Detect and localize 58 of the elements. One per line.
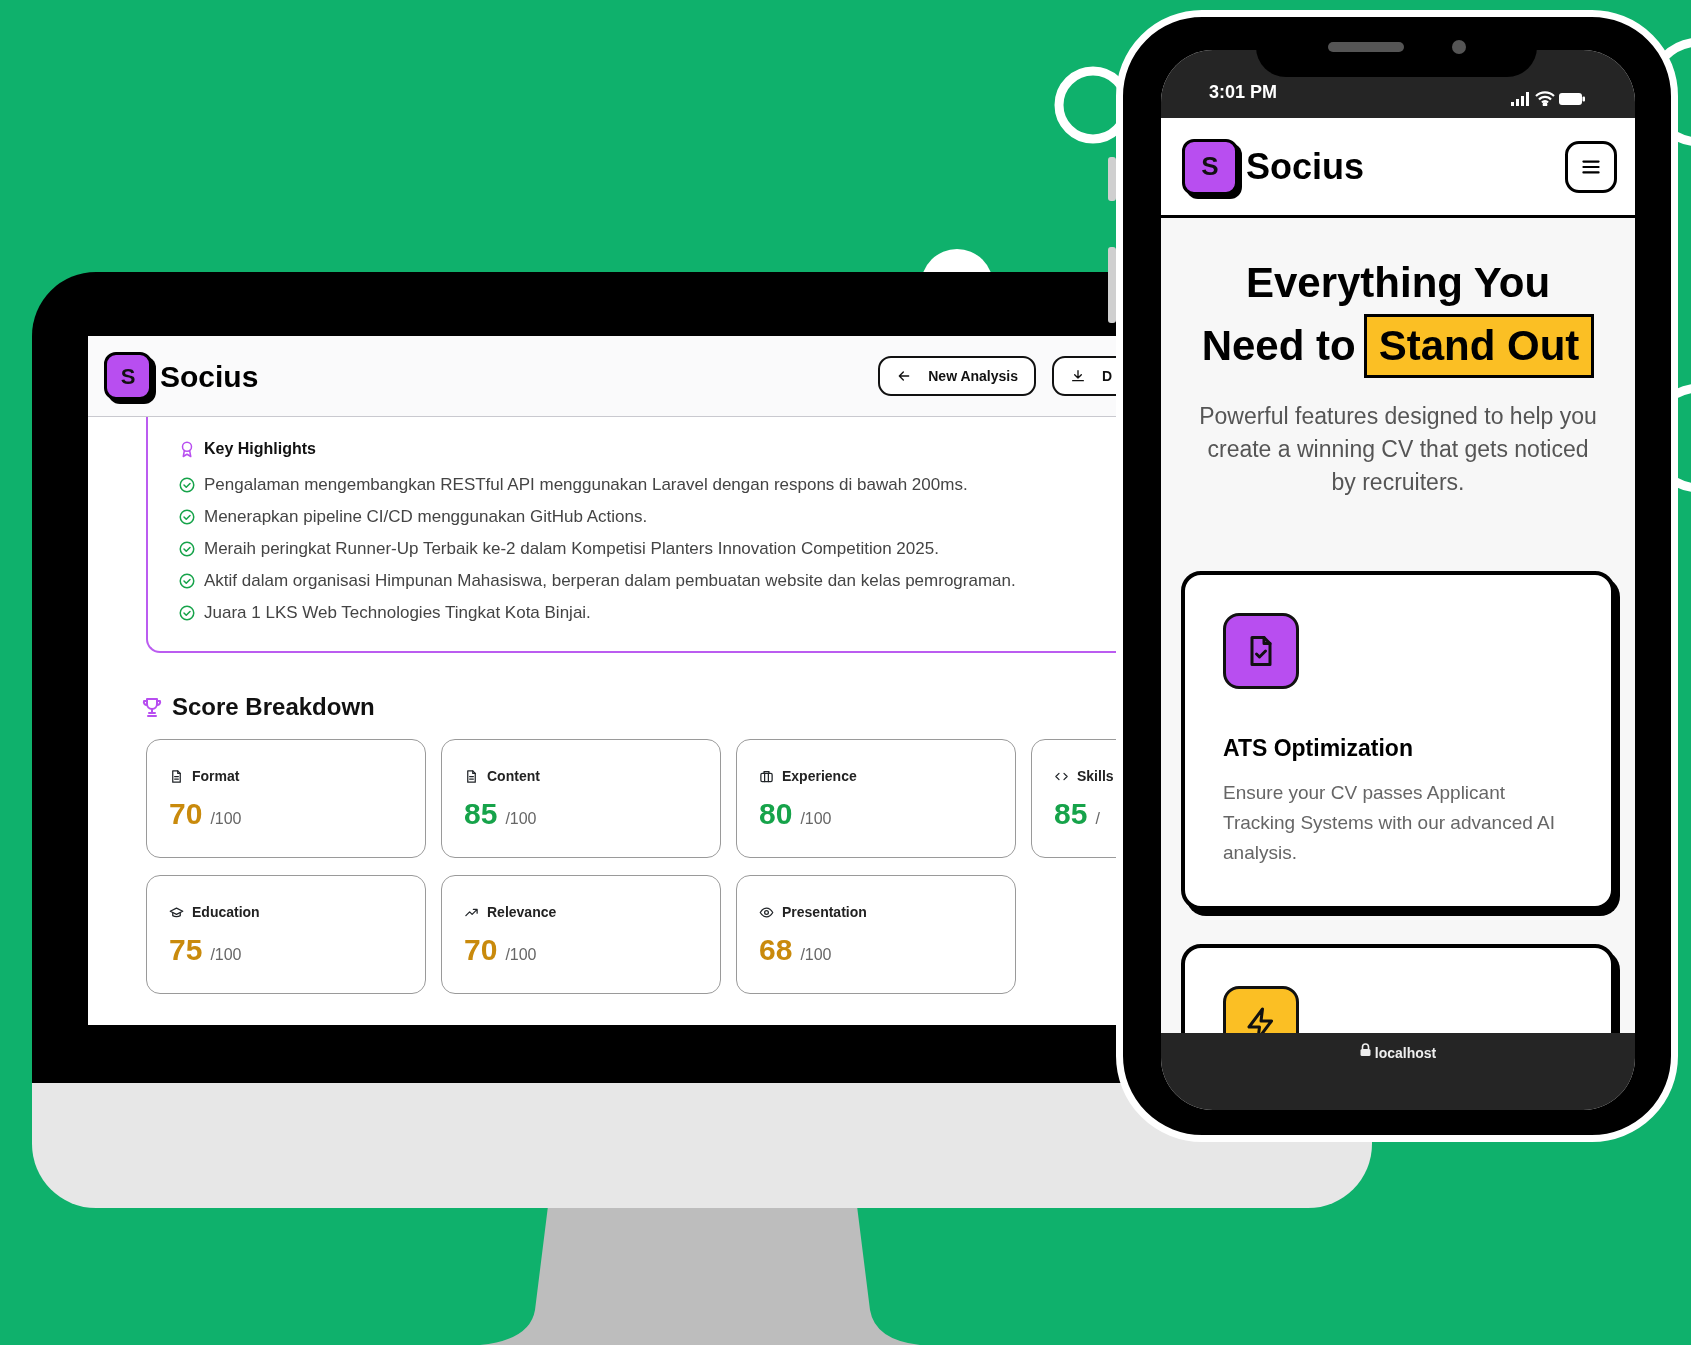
- score-max: /100: [505, 809, 537, 829]
- score-value: 68: [759, 932, 793, 968]
- highlight-item: Aktif dalam organisasi Himpunan Mahasiswa, berperan dalam pembuatan website dan kelas pemrograman.: [204, 570, 1016, 592]
- camera-dot: [1451, 40, 1466, 54]
- score-max: /100: [505, 945, 537, 965]
- url-text: localhost: [1374, 1044, 1437, 1063]
- trophy-icon: [140, 695, 164, 719]
- section-title: Score Breakdown: [172, 692, 375, 722]
- hero-highlight: Stand Out: [1363, 314, 1595, 378]
- graduation-cap-icon: [169, 905, 184, 920]
- menu-button[interactable]: [1565, 140, 1617, 193]
- download-icon: [1070, 368, 1086, 384]
- highlight-item: Meraih peringkat Runner-Up Terbaik ke-2 dalam Kompetisi Planters Innovation Competition 2025.: [204, 538, 939, 560]
- signal-icon: [1511, 91, 1531, 106]
- app-name: Socius: [160, 358, 259, 395]
- document-icon: [169, 769, 184, 784]
- score-label: Presentation: [782, 903, 867, 922]
- score-label: Education: [192, 903, 260, 922]
- highlight-item: Menerapkan pipeline CI/CD menggunakan GitHub Actions.: [204, 506, 648, 528]
- score-label: Skills: [1077, 767, 1114, 786]
- wifi-icon: [1535, 91, 1555, 106]
- document-icon: [464, 769, 479, 784]
- check-circle-icon: [178, 508, 196, 526]
- briefcase-icon: [759, 769, 774, 784]
- score-value: 80: [759, 796, 793, 832]
- score-label: Experience: [782, 767, 857, 786]
- score-value: 85: [1054, 796, 1088, 832]
- feature-description: Ensure your CV passes Applicant Tracking Systems with our advanced AI analysis.: [1223, 780, 1556, 865]
- battery-icon: [1559, 92, 1585, 105]
- lock-icon: [1359, 1043, 1371, 1056]
- highlight-item: Juara 1 LKS Web Technologies Tingkat Kota Binjai.: [204, 602, 591, 624]
- hero-subtitle: Powerful features designed to help you create a winning CV that gets noticed by recruiters.: [1198, 402, 1598, 497]
- score-value: 75: [169, 932, 203, 968]
- score-value: 70: [169, 796, 203, 832]
- check-circle-icon: [178, 476, 196, 494]
- status-time: 3:01 PM: [1209, 81, 1278, 104]
- score-max: /: [1095, 809, 1100, 829]
- highlights-title: Key Highlights: [204, 439, 316, 459]
- hero-title: Everything You: [1244, 258, 1552, 308]
- score-label: Content: [487, 767, 540, 786]
- check-circle-icon: [178, 540, 196, 558]
- app-name: Socius: [1246, 144, 1365, 189]
- feature-title: ATS Optimization: [1223, 734, 1414, 763]
- score-value: 85: [464, 796, 498, 832]
- hero-title: Need to: [1201, 321, 1356, 371]
- score-max: /100: [210, 809, 242, 829]
- score-label: Relevance: [487, 903, 557, 922]
- header-button[interactable]: D: [1052, 356, 1118, 396]
- header-button[interactable]: New Analysis: [878, 356, 1036, 396]
- eye-icon: [759, 905, 774, 920]
- score-label: Format: [192, 767, 240, 786]
- check-circle-icon: [178, 572, 196, 590]
- score-value: 70: [464, 932, 498, 968]
- highlight-item: Pengalaman mengembangkan RESTful API menggunakan Laravel dengan respons di bawah 200ms.: [204, 474, 968, 496]
- score-max: /100: [210, 945, 242, 965]
- score-max: /100: [800, 809, 832, 829]
- check-circle-icon: [178, 604, 196, 622]
- score-max: /100: [800, 945, 832, 965]
